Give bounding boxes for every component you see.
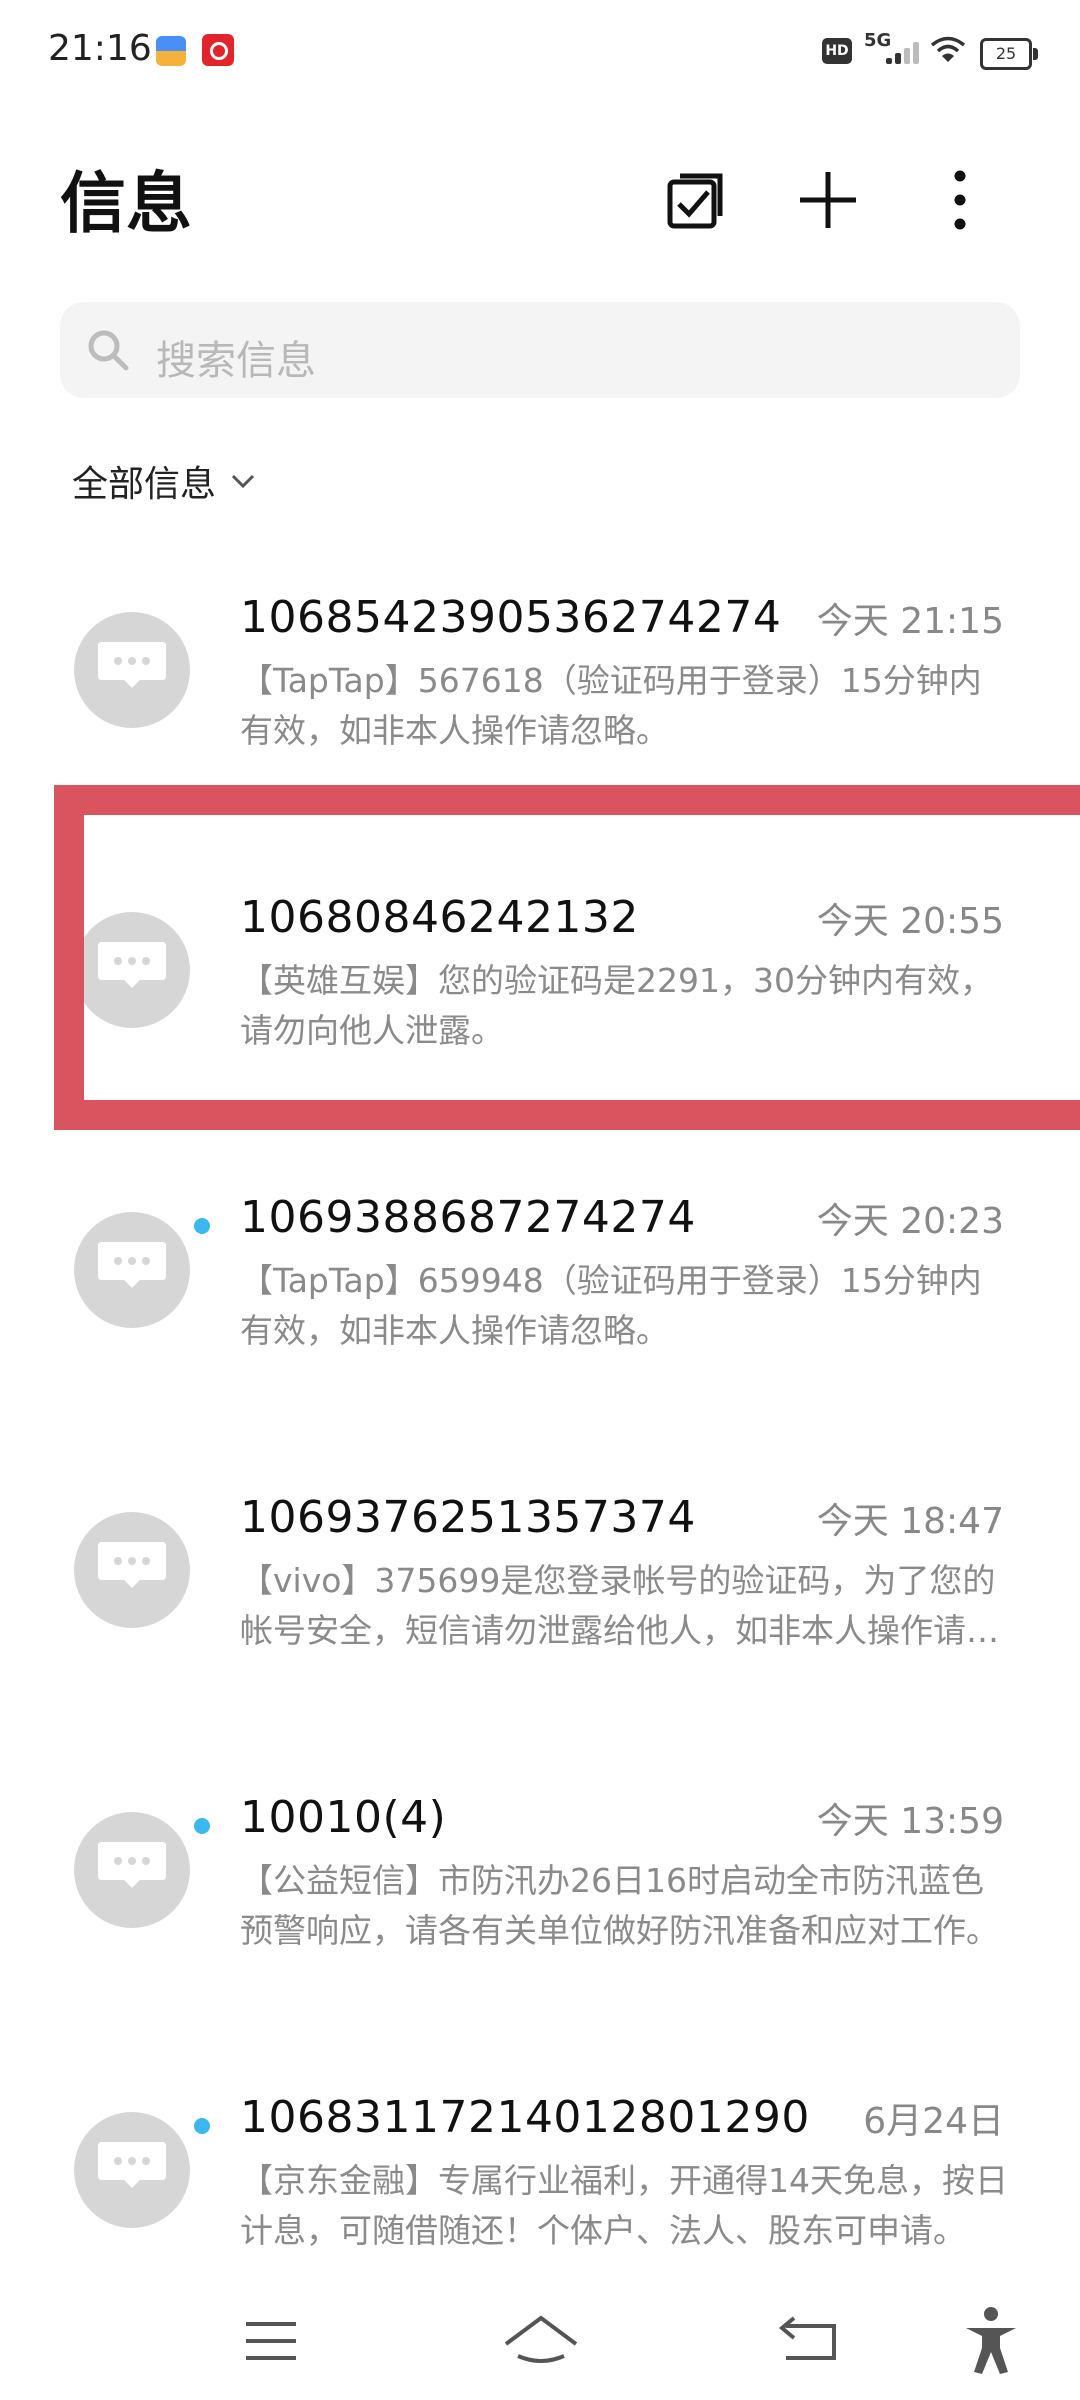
menu-button[interactable]	[226, 2296, 316, 2386]
page-title: 信息	[60, 165, 192, 242]
search-icon	[88, 330, 129, 371]
message-bubble-icon	[98, 1242, 166, 1288]
chevron-down-icon	[231, 474, 255, 489]
message-time: 今天 20:55	[816, 901, 1004, 942]
more-icon	[954, 170, 966, 230]
message-time: 今天 13:59	[816, 1801, 1004, 1842]
message-sender: 1068542390536274274	[240, 592, 782, 643]
home-button[interactable]	[496, 2296, 586, 2386]
back-button[interactable]	[762, 2296, 852, 2386]
message-preview: 【公益短信】市防汛办26日16时启动全市防汛蓝色预警响应，请各有关单位做好防汛准…	[240, 1861, 999, 1950]
unread-indicator	[194, 1818, 210, 1834]
message-time: 6月24日	[863, 2101, 1004, 2142]
message-preview: 【京东金融】专属行业福利，开通得14天免息，按日计息，可随借随还！个体户、法人、…	[240, 2161, 1008, 2250]
message-item[interactable]: 10680846242132 今天 20:55 【英雄互娱】您的验证码是2291…	[0, 860, 1080, 1160]
accessibility-icon	[966, 2307, 1016, 2374]
message-item[interactable]: 10010(4) 今天 13:59 【公益短信】市防汛办26日16时启动全市防汛…	[0, 1760, 1080, 2060]
message-bubble-icon	[98, 942, 166, 988]
new-message-button[interactable]	[788, 160, 868, 240]
message-bubble-icon	[98, 1842, 166, 1888]
message-sender: 1068311721401280129​0	[240, 2092, 810, 2143]
message-item[interactable]: 1068542390536274274 今天 21:15 【TapTap】567…	[0, 560, 1080, 860]
status-bar: 21:16 HD 5G 25	[0, 0, 1080, 100]
signal-icon	[886, 40, 920, 64]
status-time: 21:16	[48, 28, 152, 69]
multi-select-icon	[667, 173, 723, 229]
unread-indicator	[194, 2118, 210, 2134]
more-options-button[interactable]	[920, 160, 1000, 240]
message-sender: 1069376251357374	[240, 1492, 696, 1543]
message-bubble-icon	[98, 1542, 166, 1588]
menu-icon	[246, 2322, 296, 2360]
system-navigation-bar	[0, 2280, 1080, 2400]
search-placeholder: 搜索信息	[156, 338, 316, 384]
message-bubble-icon	[98, 642, 166, 688]
unread-indicator	[194, 1218, 210, 1234]
contact-avatar	[74, 1812, 190, 1928]
wifi-icon	[930, 36, 966, 62]
accessibility-button[interactable]	[946, 2296, 1036, 2386]
home-icon	[504, 2315, 578, 2363]
contact-avatar	[74, 2112, 190, 2228]
music-app-notification-icon	[202, 34, 234, 66]
message-preview: 【vivo】375699是您登录帐号的验证码，为了您的帐号安全，短信请勿泄露给他…	[240, 1561, 999, 1650]
message-time: 今天 20:23	[816, 1201, 1004, 1242]
message-preview: 【TapTap】659948（验证码用于登录）15分钟内有效，如非本人操作请忽略…	[240, 1261, 982, 1350]
message-sender: 10680846242132	[240, 892, 639, 943]
multi-select-button[interactable]	[656, 160, 736, 240]
message-item[interactable]: 1069388687274274 今天 20:23 【TapTap】659948…	[0, 1160, 1080, 1460]
message-sender: 10010(4)	[240, 1792, 447, 1843]
back-icon	[778, 2316, 836, 2360]
search-input[interactable]: 搜索信息	[60, 302, 1020, 398]
plus-icon	[800, 172, 856, 228]
hd-voice-badge: HD	[822, 38, 852, 64]
contact-avatar	[74, 912, 190, 1028]
filter-label: 全部信息	[72, 464, 217, 505]
contact-avatar	[74, 1212, 190, 1328]
message-preview: 【英雄互娱】您的验证码是2291，30分钟内有效，请勿向他人泄露。	[240, 961, 993, 1050]
message-bubble-icon	[98, 2142, 166, 2188]
contact-avatar	[74, 1512, 190, 1628]
contact-avatar	[74, 612, 190, 728]
message-time: 今天 18:47	[816, 1501, 1004, 1542]
message-preview: 【TapTap】567618（验证码用于登录）15分钟内有效，如非本人操作请忽略…	[240, 661, 982, 750]
message-time: 今天 21:15	[816, 601, 1004, 642]
message-filter-dropdown[interactable]: 全部信息	[72, 456, 258, 506]
message-sender: 1069388687274274	[240, 1192, 696, 1243]
message-item[interactable]: 1069376251357374 今天 18:47 【vivo】375699是您…	[0, 1460, 1080, 1760]
battery-icon: 25	[980, 38, 1038, 70]
reading-app-notification-icon	[156, 36, 186, 66]
